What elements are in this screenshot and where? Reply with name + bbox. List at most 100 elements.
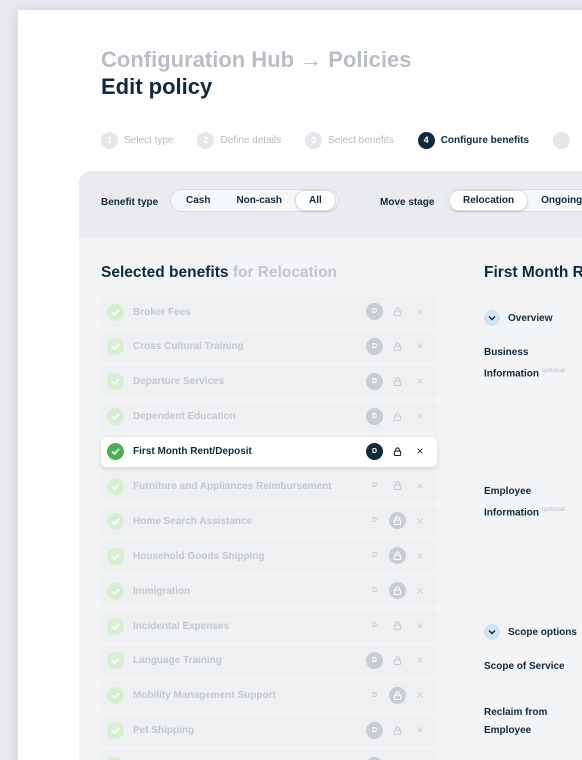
benefit-type-option-cash[interactable]: Cash: [173, 191, 223, 210]
lock-icon[interactable]: [389, 652, 406, 669]
policy-editor-card: Configuration Hub → Policies Edit policy…: [18, 10, 582, 760]
lock-icon[interactable]: [389, 582, 406, 600]
step-4[interactable]: 4 Configure benefits: [417, 131, 530, 149]
default-badge[interactable]: D: [366, 407, 383, 425]
list-item[interactable]: Furniture and Appliances Reimbursement D ×: [101, 471, 437, 502]
lock-icon[interactable]: [389, 547, 406, 565]
step-2[interactable]: 2 Define details: [197, 131, 281, 149]
list-item[interactable]: First Month Rent/Deposit D ×: [101, 436, 437, 467]
lock-icon[interactable]: [389, 512, 406, 530]
default-badge[interactable]: D: [366, 651, 383, 669]
reclaim-label-line-1: Reclaim from: [484, 707, 548, 718]
default-badge[interactable]: D: [366, 547, 383, 564]
default-badge[interactable]: D: [366, 512, 383, 529]
close-icon[interactable]: ×: [413, 514, 427, 528]
check-icon: [107, 477, 124, 495]
lock-icon[interactable]: [389, 338, 406, 355]
lock-icon[interactable]: [389, 722, 406, 739]
default-badge[interactable]: D: [366, 582, 383, 599]
list-item[interactable]: Broker Fees D ×: [101, 297, 437, 327]
configure-panel: Benefit type Cash Non-cash All Move stage …: [79, 171, 582, 760]
default-badge[interactable]: D: [366, 337, 383, 355]
close-icon[interactable]: ×: [413, 444, 427, 458]
overview-accordion[interactable]: Overview: [484, 310, 552, 326]
benefit-type-toggle: Cash Non-cash All: [170, 189, 339, 212]
check-icon: [107, 687, 124, 705]
benefit-name: Language Training: [133, 655, 222, 667]
close-icon[interactable]: ×: [413, 339, 427, 353]
benefit-type-option-all[interactable]: All: [295, 190, 336, 211]
benefit-type-label: Benefit type: [101, 197, 159, 208]
close-icon[interactable]: ×: [413, 409, 427, 423]
close-icon[interactable]: ×: [413, 723, 427, 737]
check-icon: [107, 512, 124, 530]
list-item[interactable]: Mobility Management Support D ×: [101, 680, 437, 711]
step-label: Configure benefits: [440, 134, 530, 146]
default-badge[interactable]: D: [366, 303, 383, 320]
close-icon[interactable]: ×: [413, 305, 427, 319]
benefit-name: Immigration: [133, 585, 191, 597]
selected-benefits-title: Selected benefits for Relocation: [101, 264, 337, 282]
benefit-name: Incidental Expenses: [133, 620, 230, 632]
chevron-down-icon: [484, 624, 500, 640]
benefit-name: Household Goods Shipping: [133, 550, 265, 562]
check-icon: [107, 652, 124, 670]
close-icon[interactable]: ×: [413, 653, 427, 667]
list-item[interactable]: Pre-Relocation TripD×: [101, 750, 437, 760]
close-icon[interactable]: ×: [413, 479, 427, 493]
default-badge[interactable]: D: [366, 477, 383, 494]
business-label-line-2: Information: [484, 368, 539, 380]
step-next[interactable]: [553, 131, 576, 149]
row-controls: D×: [366, 617, 427, 634]
lock-icon[interactable]: [389, 757, 406, 760]
lock-icon[interactable]: [389, 477, 406, 494]
default-badge[interactable]: D: [366, 756, 383, 760]
list-item[interactable]: Immigration D ×: [101, 576, 437, 607]
check-icon: [107, 408, 124, 426]
step-3[interactable]: 3 Select benefits: [305, 131, 394, 149]
step-1[interactable]: 1 Select type: [101, 131, 174, 149]
default-badge[interactable]: D: [366, 721, 383, 739]
chevron-down-icon: [484, 310, 500, 326]
step-number: 3: [305, 131, 323, 149]
breadcrumb[interactable]: Configuration Hub → Policies: [101, 47, 411, 73]
default-badge[interactable]: D: [366, 442, 383, 460]
row-controls: D×: [366, 407, 427, 425]
lock-icon[interactable]: [389, 408, 406, 425]
step-label: Select type: [124, 134, 174, 146]
scope-options-accordion[interactable]: Scope options: [484, 624, 577, 640]
list-item[interactable]: Language Training D ×: [101, 645, 437, 676]
list-item[interactable]: Dependent Education D ×: [101, 401, 437, 432]
check-icon: [107, 617, 124, 635]
close-icon[interactable]: ×: [413, 374, 427, 388]
step-number: 1: [101, 131, 118, 149]
close-icon[interactable]: ×: [413, 619, 427, 633]
benefit-detail: First Month Rent/Deposit Overview Busine…: [484, 171, 582, 760]
lock-icon[interactable]: [389, 303, 406, 320]
lock-icon[interactable]: [389, 617, 406, 634]
step-number: [553, 131, 571, 149]
default-badge[interactable]: D: [366, 617, 383, 634]
benefit-type-option-non-cash[interactable]: Non-cash: [223, 191, 295, 210]
default-badge[interactable]: D: [366, 687, 383, 704]
lock-icon[interactable]: [389, 686, 406, 704]
selected-benefits-list: Broker Fees D × Cross Cultural Training D × De…: [101, 297, 437, 760]
list-item[interactable]: Home Search Assistance D ×: [101, 506, 437, 537]
business-information-label: Business Information optional: [484, 344, 565, 383]
list-item[interactable]: Household Goods Shipping D ×: [101, 541, 437, 572]
check-icon: [107, 373, 124, 391]
close-icon[interactable]: ×: [413, 549, 427, 563]
step-number: 2: [197, 131, 215, 149]
list-item[interactable]: Pet Shipping D ×: [101, 715, 437, 746]
list-item[interactable]: Incidental Expenses D ×: [101, 611, 437, 642]
check-icon: [107, 722, 124, 740]
row-controls: D×: [366, 372, 427, 390]
lock-icon[interactable]: [389, 373, 406, 390]
close-icon[interactable]: ×: [413, 584, 427, 598]
default-badge[interactable]: D: [366, 372, 383, 390]
selected-benefits-heading: Selected benefits: [101, 264, 229, 281]
list-item[interactable]: Cross Cultural Training D ×: [101, 331, 437, 362]
lock-icon[interactable]: [389, 443, 406, 460]
list-item[interactable]: Departure Services D ×: [101, 366, 437, 397]
close-icon[interactable]: ×: [413, 688, 427, 702]
